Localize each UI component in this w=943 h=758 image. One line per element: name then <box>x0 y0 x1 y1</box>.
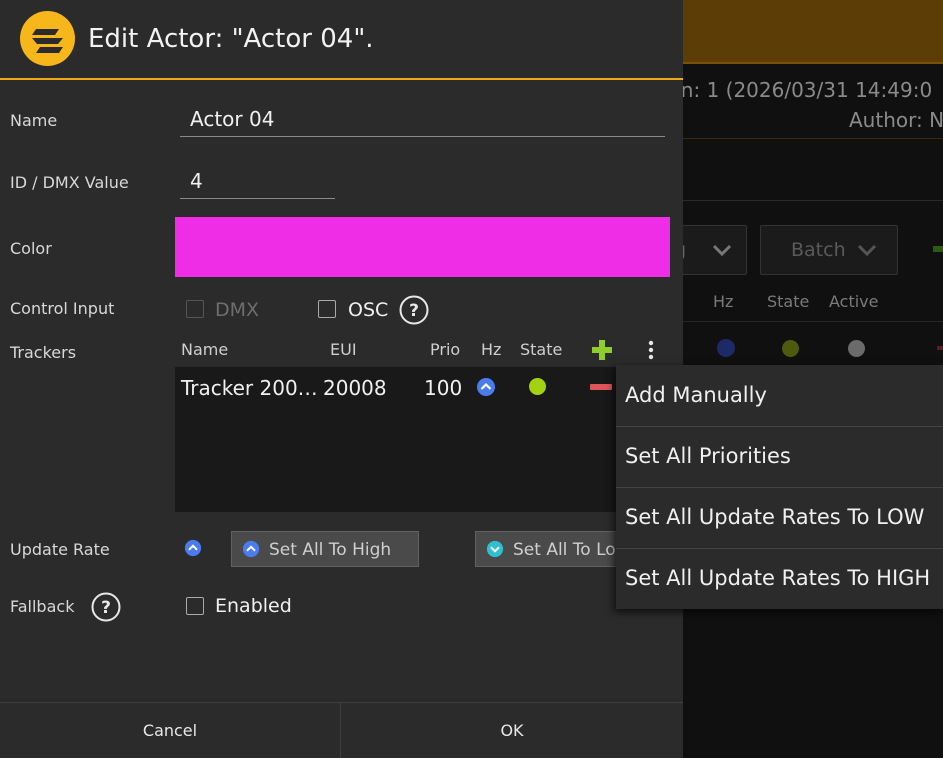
background-batch-dropdown: Batch <box>760 225 898 275</box>
name-input[interactable] <box>190 104 660 134</box>
background-add-icon <box>933 246 943 252</box>
menu-item-set-all-rates-high[interactable]: Set All Update Rates To HIGH <box>616 548 943 609</box>
col-header-eui: EUI <box>330 340 357 359</box>
set-all-low-button[interactable]: Set All To Low <box>475 531 625 567</box>
app-logo-icon <box>20 11 75 66</box>
help-icon[interactable]: ? <box>399 295 429 325</box>
background-col-active: Active <box>829 292 879 311</box>
osc-label: OSC <box>348 299 389 321</box>
col-header-name: Name <box>181 340 229 359</box>
background-col-state: State <box>767 292 810 311</box>
background-hz-icon <box>717 339 735 357</box>
svg-text:?: ? <box>101 598 111 618</box>
background-top-bar-line <box>683 62 943 64</box>
add-tracker-icon[interactable] <box>590 338 614 362</box>
background-dropdown: g <box>683 225 747 275</box>
fallback-enabled-checkbox[interactable] <box>186 597 204 615</box>
menu-item-add-manually[interactable]: Add Manually <box>616 365 943 426</box>
background-separator <box>683 138 943 139</box>
tracker-eui-cell: 20008 <box>323 376 387 400</box>
svg-text:?: ? <box>409 301 419 321</box>
edit-actor-dialog: Edit Actor: "Actor 04". Name ID / DMX Va… <box>0 0 683 758</box>
col-header-hz: Hz <box>481 340 502 359</box>
background-state-dot <box>782 340 799 357</box>
tracker-name-cell[interactable]: Tracker 200… <box>181 376 318 400</box>
background-dropdown-label: Batch <box>791 239 846 261</box>
background-top-bar <box>683 0 943 62</box>
cancel-button[interactable]: Cancel <box>0 703 340 758</box>
background-active-dot <box>848 340 865 357</box>
dmx-label: DMX <box>215 299 260 321</box>
remove-tracker-icon[interactable] <box>590 384 612 390</box>
trackers-label: Trackers <box>10 343 77 362</box>
background-dropdown-label: g <box>683 239 686 261</box>
menu-item-set-all-priorities[interactable]: Set All Priorities <box>616 426 943 487</box>
hz-high-icon[interactable] <box>476 377 496 397</box>
col-header-prio: Prio <box>430 340 461 359</box>
name-input-underline <box>180 136 665 137</box>
osc-checkbox[interactable] <box>318 300 336 318</box>
set-all-low-label: Set All To Low <box>513 540 625 560</box>
background-row-separator <box>683 321 943 322</box>
id-input[interactable] <box>190 166 330 196</box>
update-rate-high-icon <box>184 539 202 557</box>
tracker-options-menu: Add Manually Set All Priorities Set All … <box>616 365 943 609</box>
dialog-title: Edit Actor: "Actor 04". <box>88 24 374 54</box>
chevron-down-circle-icon <box>486 540 504 558</box>
dialog-title-bar: Edit Actor: "Actor 04". <box>0 0 683 78</box>
chevron-down-icon <box>712 244 732 257</box>
background-remove-icon <box>937 346 943 350</box>
background-version-text: ion: 1 (2026/03/31 14:49:0 <box>683 78 933 102</box>
background-separator <box>683 200 943 201</box>
dmx-checkbox[interactable] <box>186 300 204 318</box>
control-input-label: Control Input <box>10 299 115 318</box>
fallback-enabled-label: Enabled <box>215 595 292 617</box>
menu-item-set-all-rates-low[interactable]: Set All Update Rates To LOW <box>616 487 943 548</box>
title-accent-line <box>0 78 683 80</box>
set-all-high-label: Set All To High <box>269 540 392 560</box>
more-options-icon[interactable] <box>640 338 662 362</box>
tracker-state-dot <box>529 378 546 395</box>
fallback-label: Fallback <box>10 597 75 616</box>
chevron-down-icon <box>857 244 877 257</box>
ok-button[interactable]: OK <box>341 703 683 758</box>
id-input-underline <box>180 198 335 199</box>
update-rate-label: Update Rate <box>10 540 110 559</box>
name-label: Name <box>10 111 58 130</box>
tracker-prio-cell[interactable]: 100 <box>424 376 462 400</box>
color-swatch[interactable] <box>175 217 670 277</box>
id-label: ID / DMX Value <box>10 173 129 192</box>
help-icon[interactable]: ? <box>91 592 121 622</box>
background-col-hz: Hz <box>713 292 734 311</box>
color-label: Color <box>10 239 52 258</box>
chevron-up-circle-icon <box>242 540 260 558</box>
background-author-text: Author: N <box>849 108 943 132</box>
set-all-high-button[interactable]: Set All To High <box>231 531 419 567</box>
col-header-state: State <box>520 340 563 359</box>
